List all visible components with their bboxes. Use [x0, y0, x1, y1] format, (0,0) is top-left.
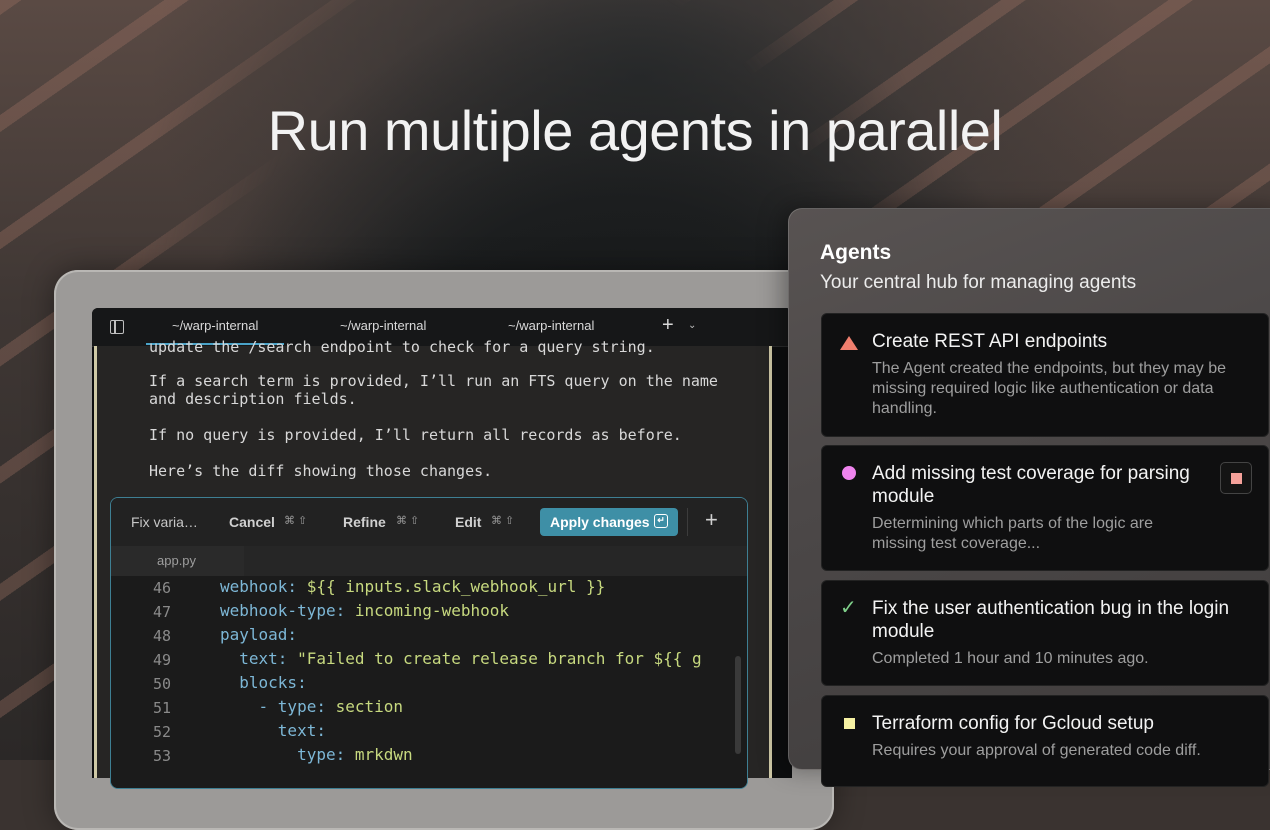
agent-card-terraform[interactable]: Terraform config for Gcloud setup Requir… — [821, 695, 1269, 787]
running-status-icon — [842, 466, 856, 480]
agent-card-test-coverage[interactable]: Add missing test coverage for parsing mo… — [821, 445, 1269, 571]
code-line: blocks: — [220, 673, 307, 692]
new-tab-button[interactable]: + — [662, 314, 674, 337]
stop-agent-button[interactable] — [1220, 462, 1252, 494]
line-number: 46 — [152, 579, 171, 597]
agent-card-title: Fix the user authentication bug in the l… — [872, 598, 1230, 642]
cancel-button[interactable]: Cancel — [229, 514, 275, 530]
warning-triangle-icon — [840, 336, 858, 350]
agent-card-auth-bug[interactable]: ✓ Fix the user authentication bug in the… — [821, 580, 1269, 686]
chevron-down-icon[interactable]: ⌄ — [688, 320, 696, 331]
code-key: text: — [220, 649, 288, 668]
line-number: 51 — [152, 699, 171, 717]
cancel-shortcut: ⌘ ⇧ — [284, 515, 308, 527]
output-line: update the /search endpoint to check for… — [149, 338, 655, 356]
code-line: type: mrkdwn — [220, 745, 413, 764]
agents-title: Agents — [820, 241, 892, 264]
agents-subtitle: Your central hub for managing agents — [820, 272, 1137, 293]
apply-changes-label: Apply changes — [550, 514, 650, 530]
code-line: - type: section — [220, 697, 404, 716]
file-tab-bar — [244, 546, 747, 576]
output-line: If a search term is provided, I’ll run a… — [149, 372, 718, 390]
tab-warp-internal-3[interactable]: ~/warp-internal — [508, 318, 594, 333]
line-number: 50 — [152, 675, 171, 693]
refine-shortcut: ⌘ ⇧ — [396, 515, 420, 527]
edit-shortcut: ⌘ ⇧ — [491, 515, 515, 527]
agent-card-title: Add missing test coverage for parsing mo… — [872, 463, 1190, 507]
page-title: Run multiple agents in parallel — [267, 99, 1003, 162]
line-number: 53 — [152, 747, 171, 765]
sidebar-toggle-icon[interactable] — [110, 320, 124, 334]
code-key: - type: — [220, 697, 326, 716]
code-line: webhook-type: incoming-webhook — [220, 601, 509, 620]
diff-panel: Fix varia… Cancel ⌘ ⇧ Refine ⌘ ⇧ Edit ⌘ … — [110, 497, 748, 789]
line-number: 47 — [152, 603, 171, 621]
code-line: text: — [220, 721, 326, 740]
line-number: 49 — [152, 651, 171, 669]
agent-card-description: The Agent created the endpoints, but the… — [872, 360, 1227, 417]
line-number: 52 — [152, 723, 171, 741]
diff-title: Fix varia… — [131, 514, 198, 530]
agent-card-description: Requires your approval of generated code… — [872, 742, 1201, 759]
agent-card-rest-api[interactable]: Create REST API endpoints The Agent crea… — [821, 313, 1269, 437]
tab-warp-internal-2[interactable]: ~/warp-internal — [340, 318, 426, 333]
edit-button[interactable]: Edit — [455, 514, 481, 530]
output-line: Here’s the diff showing those changes. — [149, 462, 493, 480]
code-key: webhook-type: — [220, 601, 346, 620]
code-value: mrkdwn — [345, 745, 413, 764]
line-number: 48 — [152, 627, 171, 645]
code-value: incoming-webhook — [345, 601, 509, 620]
scrollbar[interactable] — [735, 656, 741, 754]
apply-changes-button[interactable]: Apply changes ↵ — [540, 508, 678, 536]
toolbar-divider — [687, 508, 688, 536]
code-key: type: — [220, 745, 346, 764]
output-line: If no query is provided, I’ll return all… — [149, 426, 682, 444]
code-line: payload: — [220, 625, 297, 644]
diff-toolbar: Fix varia… Cancel ⌘ ⇧ Refine ⌘ ⇧ Edit ⌘ … — [111, 498, 747, 546]
file-tab[interactable]: app.py — [111, 546, 244, 576]
code-line: text: "Failed to create release branch f… — [220, 649, 702, 668]
agent-card-description: Completed 1 hour and 10 minutes ago. — [872, 650, 1149, 667]
output-line: and description fields. — [149, 390, 357, 408]
code-line: webhook: ${{ inputs.slack_webhook_url }} — [220, 577, 605, 596]
enter-key-icon: ↵ — [654, 514, 668, 528]
pending-status-icon — [844, 718, 855, 729]
code-value: "Failed to create release branch for ${{… — [287, 649, 702, 668]
code-view: 46 webhook: ${{ inputs.slack_webhook_url… — [111, 576, 747, 788]
code-key: text: — [220, 721, 326, 740]
code-key: payload: — [220, 625, 298, 644]
code-key: blocks: — [220, 673, 307, 692]
add-button[interactable]: + — [705, 507, 718, 533]
check-icon: ✓ — [840, 597, 857, 619]
code-key: webhook: — [220, 577, 298, 596]
tab-warp-internal-1[interactable]: ~/warp-internal — [145, 318, 285, 345]
code-value: section — [325, 697, 404, 716]
refine-button[interactable]: Refine — [343, 514, 386, 530]
agent-card-title: Create REST API endpoints — [872, 331, 1108, 352]
code-value: ${{ inputs.slack_webhook_url }} — [297, 577, 606, 596]
agents-panel: Agents Your central hub for managing age… — [788, 208, 1270, 787]
agent-card-title: Terraform config for Gcloud setup — [872, 713, 1154, 734]
agent-card-description: Determining which parts of the logic are… — [872, 515, 1154, 552]
